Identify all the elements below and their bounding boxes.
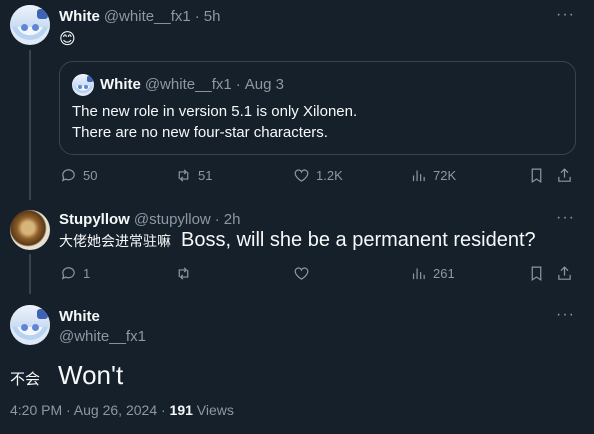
retweet-count: 51 [198,168,213,183]
retweet-icon [178,267,189,280]
bookmark-button[interactable] [528,265,545,282]
analytics-icon [412,170,425,182]
analytics-icon [412,268,425,280]
more-icon[interactable]: ··· [556,209,575,227]
view-count: 72K [433,168,457,183]
thread-line [29,254,31,294]
quoted-author-name: White [100,76,141,93]
avatar[interactable] [10,305,50,345]
reply-icon [61,267,75,280]
view-count: 261 [433,266,455,281]
share-icon [558,168,571,182]
views-label: Views [192,402,234,418]
separator: · [194,8,200,25]
like-button[interactable]: 1.2K [293,167,343,184]
author-handle[interactable]: @white__fx1 [59,328,146,345]
retweet-icon [178,169,189,182]
tweet-meta: 4:20 PM · Aug 26, 2024 · 191 Views [10,402,234,418]
author-name[interactable]: White [59,8,100,25]
retweet-button[interactable]: 51 [175,167,212,184]
reply-count: 1 [83,266,91,281]
timestamp[interactable]: 4:20 PM · Aug 26, 2024 · [10,402,170,418]
reply-button[interactable]: 50 [60,167,97,184]
author-handle[interactable]: @white__fx1 [104,8,191,25]
bookmark-icon [531,168,542,184]
heart-icon [294,169,309,182]
tweet-time[interactable]: 5h [204,8,221,25]
avatar [72,74,94,96]
tweet-time[interactable]: 2h [224,211,241,228]
quoted-tweet-time: Aug 3 [244,76,284,93]
more-icon[interactable]: ··· [556,306,575,324]
share-button[interactable] [556,167,573,184]
bookmark-icon [531,266,542,282]
more-icon[interactable]: ··· [556,6,575,24]
tweet-text-translation: Boss, will she be a permanent resident? [181,229,536,251]
reply-count: 50 [83,168,98,183]
avatar[interactable] [10,210,50,250]
quoted-tweet[interactable]: White @white__fx1 · Aug 3 The new role i… [59,61,576,155]
separator: · [214,211,220,228]
heart-icon [294,267,309,280]
views-button[interactable]: 72K [410,167,456,184]
tweet-text-chinese: 大佬她会进常驻嘛 [59,233,171,249]
author-handle[interactable]: @stupyllow [134,211,211,228]
quoted-author-handle: @white__fx1 [144,76,232,93]
views-count: 191 [169,402,193,418]
separator: · [235,76,241,93]
bookmark-button[interactable] [528,167,545,184]
quoted-text-line-1: The new role in version 5.1 is only Xilo… [72,103,358,120]
share-icon [558,266,571,280]
tweet-text-chinese: 不会 [10,371,41,388]
share-button[interactable] [556,265,573,282]
author-name[interactable]: White [59,308,100,325]
retweet-button[interactable] [175,265,198,282]
reply-button[interactable]: 1 [60,265,90,282]
like-count: 1.2K [316,168,343,183]
avatar[interactable] [10,5,50,45]
author-name[interactable]: Stupyllow [59,211,130,228]
thread-line [29,50,31,200]
reply-icon [61,169,75,182]
tweet-text: 😊 [59,31,76,48]
quoted-text-line-2: There are no new four-star characters. [72,124,328,141]
views-button[interactable]: 261 [410,265,455,282]
like-button[interactable] [293,265,316,282]
tweet-text-translation: Won't [58,360,124,390]
